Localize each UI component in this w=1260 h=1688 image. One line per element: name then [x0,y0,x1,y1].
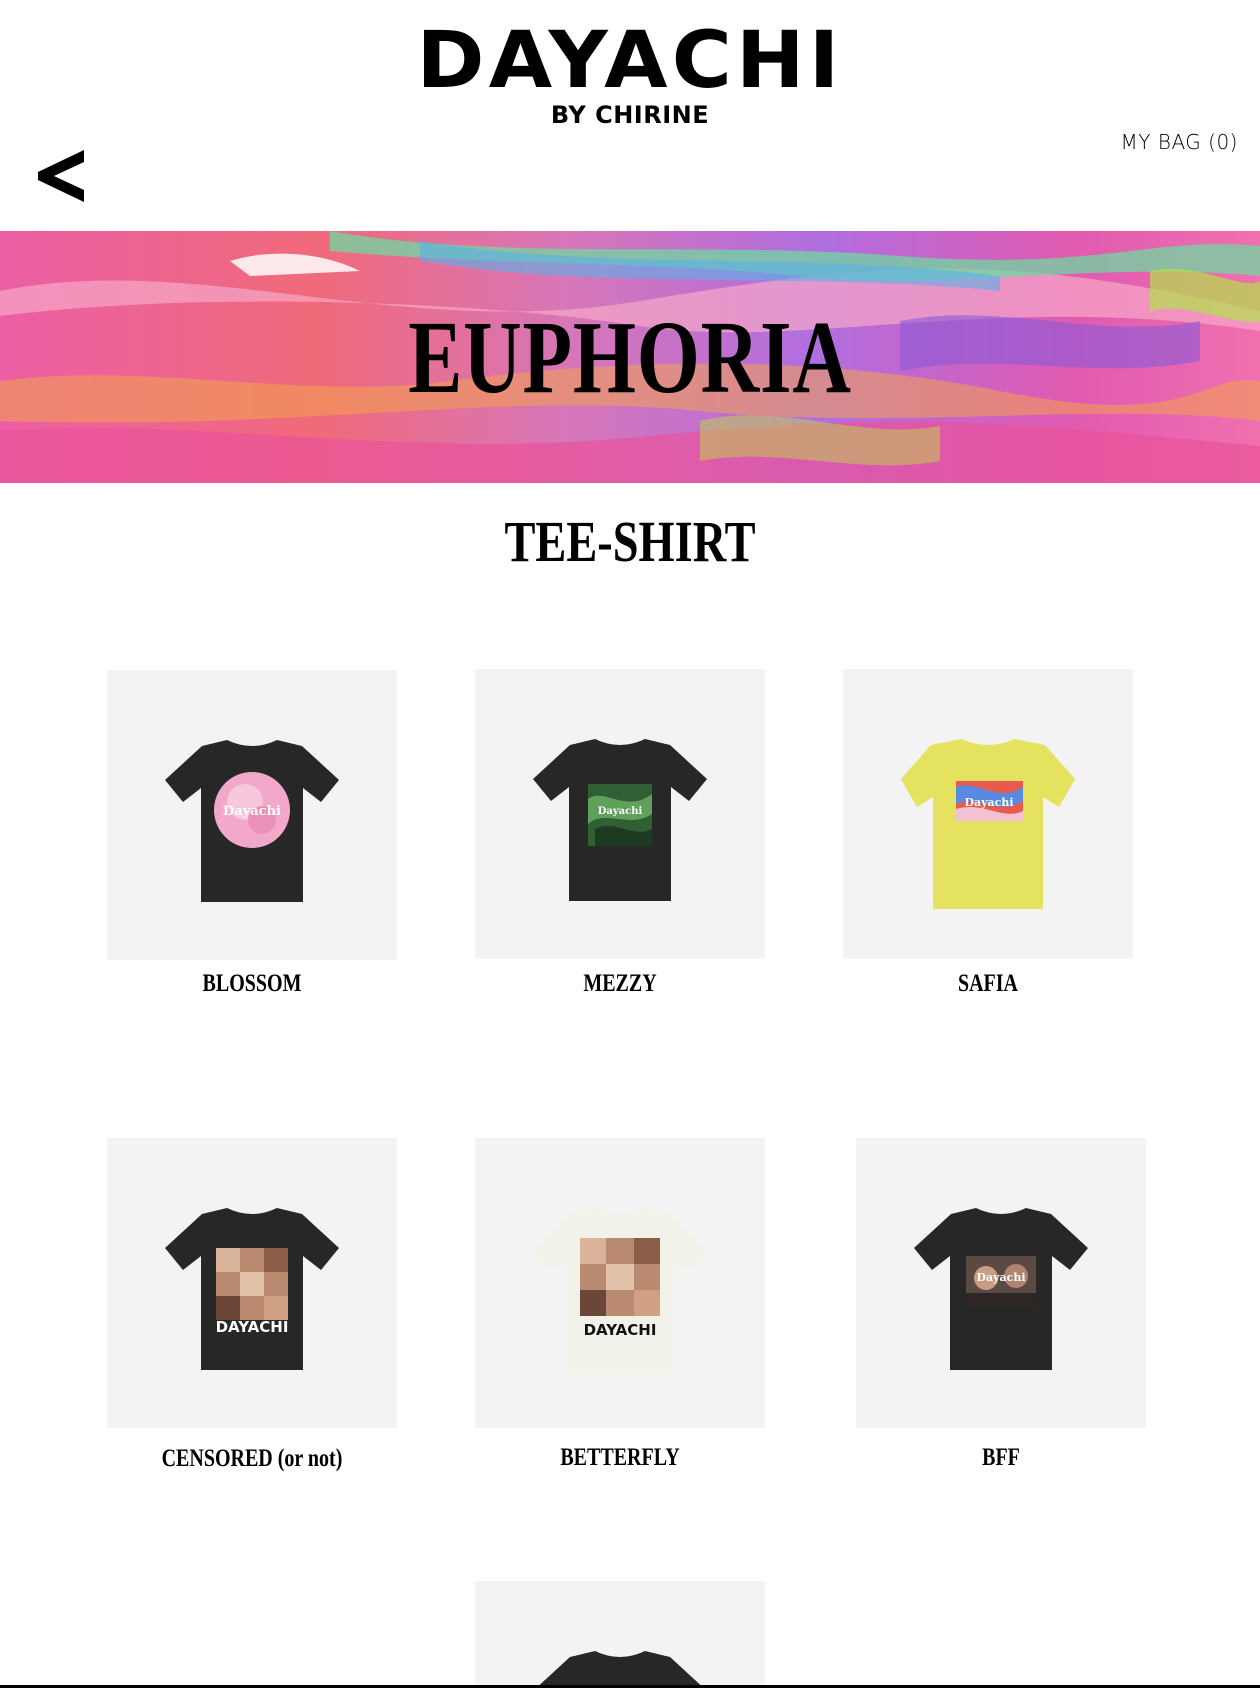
svg-text:Dayachi: Dayachi [976,1271,1025,1284]
chevron-left-icon [38,150,84,202]
product-image: Dayachi [843,669,1133,959]
product-name: CENSORED (or not) [161,1445,343,1472]
product-image: Dayachi [475,669,765,959]
svg-text:DAYACHI: DAYACHI [216,1318,289,1336]
product-name: MEZZY [583,970,657,997]
logo-title: DAYACHI [416,16,844,106]
product-card-bff[interactable]: Dayachi BFF [856,1138,1146,1471]
back-button[interactable] [34,146,90,206]
product-name: BLOSSOM [202,970,302,997]
product-name: BETTERFLY [560,1444,680,1471]
product-card-betterfly[interactable]: DAYACHI BETTERFLY [475,1138,765,1471]
product-image: DAYACHI [475,1138,765,1428]
hero-banner: EUPHORIA [0,231,1260,483]
collection-title: EUPHORIA [408,299,852,415]
svg-text:Dayachi: Dayachi [223,804,281,819]
product-image: Dayachi [856,1138,1146,1428]
product-card-mezzy[interactable]: Dayachi MEZZY [475,669,765,997]
category-title: TEE-SHIRT [504,509,756,574]
product-card-blossom[interactable]: Dayachi BLOSSOM [107,670,397,997]
product-card-censored[interactable]: DAYACHI CENSORED (or not) [107,1138,397,1472]
product-image [475,1581,765,1688]
product-name: SAFIA [957,970,1018,997]
product-name: BFF [982,1444,1020,1471]
svg-text:Dayachi: Dayachi [964,796,1013,809]
svg-text:DAYACHI: DAYACHI [584,1321,657,1339]
brand-logo[interactable]: DAYACHI BY CHIRINE [0,22,1260,130]
my-bag-link[interactable]: MY BAG (0) [1121,130,1238,154]
product-card-safia[interactable]: Dayachi SAFIA [843,669,1133,997]
svg-text:Dayachi: Dayachi [598,806,643,817]
product-image: DAYACHI [107,1138,397,1428]
product-card-partial[interactable] [475,1581,765,1688]
product-image: Dayachi [107,670,397,960]
